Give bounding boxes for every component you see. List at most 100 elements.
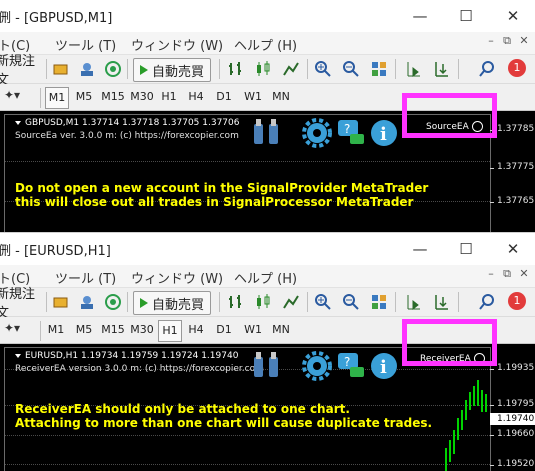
drawing-tools-icon[interactable]: ✦▾ <box>4 88 20 102</box>
mdi-minimize-button[interactable]: – <box>484 267 498 280</box>
maximize-button[interactable]: ☐ <box>444 233 488 265</box>
toolbar-separator <box>46 59 47 79</box>
timeframe-m30[interactable]: M30 <box>129 320 155 340</box>
timeframe-h4[interactable]: H4 <box>187 320 205 340</box>
signal-icon[interactable] <box>104 60 122 78</box>
gear-icon[interactable] <box>302 351 332 381</box>
candle <box>461 410 463 430</box>
title-bar[interactable]: 侀 - [GBPUSD,M1] — ☐ ✕ <box>0 0 535 32</box>
zoom-out-icon[interactable] <box>342 293 360 311</box>
timeframe-d1[interactable]: D1 <box>215 320 233 340</box>
auto-trading-button[interactable]: 自動売買 <box>133 58 211 82</box>
play-icon <box>139 65 148 75</box>
timeframe-m15[interactable]: M15 <box>100 320 126 340</box>
candlestick-icon[interactable] <box>254 293 272 311</box>
ea-info: SourceEa ver. 3.0.0 m: (c) https://forex… <box>15 131 239 141</box>
mdi-close-button[interactable]: ✕ <box>517 267 531 280</box>
timeframe-h1[interactable]: H1 <box>160 87 178 107</box>
timeframe-m30[interactable]: M30 <box>129 87 155 107</box>
timeframe-d1[interactable]: D1 <box>215 87 233 107</box>
timeframe-mn[interactable]: MN <box>270 320 292 340</box>
navigator-icon[interactable] <box>78 293 96 311</box>
close-button[interactable]: ✕ <box>491 233 535 265</box>
signal-icon[interactable] <box>104 293 122 311</box>
timeframe-m5[interactable]: M5 <box>74 320 94 340</box>
minimize-button[interactable]: — <box>398 0 442 32</box>
navigator-icon[interactable] <box>78 60 96 78</box>
chart-shift-icon[interactable] <box>404 293 422 311</box>
line-chart-icon[interactable] <box>282 293 300 311</box>
menu-bar: ト(C) ツール (T) ウィンドウ (W) ヘルプ (H) – ⧉ ✕ <box>0 32 535 55</box>
search-icon[interactable] <box>478 293 496 311</box>
bar-chart-icon[interactable] <box>226 60 244 78</box>
usb-plug-icon[interactable] <box>250 351 284 379</box>
usb-plug-icon[interactable] <box>250 118 284 146</box>
help-chat-icon[interactable]: ? <box>336 118 366 148</box>
bar-chart-icon[interactable] <box>226 293 244 311</box>
svg-text:i: i <box>380 124 387 145</box>
timeframe-h4[interactable]: H4 <box>187 87 205 107</box>
autoscroll-icon[interactable] <box>432 60 450 78</box>
menu-tools[interactable]: ツール (T) <box>55 35 116 54</box>
candlestick-icon[interactable] <box>254 60 272 78</box>
timeframe-m1[interactable]: M1 <box>45 320 67 340</box>
price-label: 1.19795 <box>497 399 535 409</box>
symbol-info: GBPUSD,M1 1.37714 1.37718 1.37705 1.3770… <box>15 118 239 128</box>
timeframe-m1[interactable]: M1 <box>45 87 69 109</box>
candle <box>485 394 487 412</box>
price-label: 1.37785 <box>497 124 535 134</box>
help-chat-icon[interactable]: ? <box>336 351 366 381</box>
minimize-button[interactable]: — <box>398 233 442 265</box>
market-watch-icon[interactable] <box>52 61 70 77</box>
new-order-button[interactable]: 新規注文 <box>0 287 44 321</box>
menu-help[interactable]: ヘルプ (H) <box>234 35 297 54</box>
warning-line-1: ReceiverEA should only be attached to on… <box>15 402 350 416</box>
market-watch-icon[interactable] <box>52 294 70 310</box>
timeframe-h1[interactable]: H1 <box>158 320 182 342</box>
notification-badge[interactable]: 1 <box>508 59 526 77</box>
notification-badge[interactable]: 1 <box>508 292 526 310</box>
autoscroll-icon[interactable] <box>432 293 450 311</box>
info-icon[interactable]: i <box>369 118 399 148</box>
auto-trading-button[interactable]: 自動売買 <box>133 291 211 315</box>
price-label: 1.19935 <box>497 363 535 373</box>
ea-highlight-box <box>402 319 497 366</box>
timeframe-w1[interactable]: W1 <box>243 87 263 107</box>
candle <box>445 448 447 471</box>
timeframe-w1[interactable]: W1 <box>243 320 263 340</box>
menu-window[interactable]: ウィンドウ (W) <box>131 268 223 287</box>
warning-line-2: this will close out all trades in Signal… <box>15 195 414 209</box>
maximize-button[interactable]: ☐ <box>444 0 488 32</box>
candle <box>457 418 459 440</box>
tile-windows-icon[interactable] <box>370 60 388 78</box>
info-icon[interactable]: i <box>369 351 399 381</box>
close-button[interactable]: ✕ <box>491 0 535 32</box>
play-icon <box>139 298 148 308</box>
mdi-close-button[interactable]: ✕ <box>517 34 531 47</box>
mdi-restore-button[interactable]: ⧉ <box>500 34 514 48</box>
menu-help[interactable]: ヘルプ (H) <box>234 268 297 287</box>
gear-icon[interactable] <box>302 118 332 148</box>
title-bar[interactable]: 侀 - [EURUSD,H1] — ☐ ✕ <box>0 233 535 265</box>
ea-highlight-box <box>402 93 497 138</box>
zoom-in-icon[interactable] <box>314 60 332 78</box>
zoom-in-icon[interactable] <box>314 293 332 311</box>
drawing-tools-icon[interactable]: ✦▾ <box>4 321 20 335</box>
chart-shift-icon[interactable] <box>404 60 422 78</box>
window-title: 侀 - [EURUSD,H1] <box>0 244 111 259</box>
zoom-out-icon[interactable] <box>342 60 360 78</box>
candle <box>469 392 471 410</box>
mdi-minimize-button[interactable]: – <box>484 34 498 47</box>
new-order-button[interactable]: 新規注文 <box>0 54 44 88</box>
menu-window[interactable]: ウィンドウ (W) <box>131 35 223 54</box>
candle <box>481 390 483 412</box>
tile-windows-icon[interactable] <box>370 293 388 311</box>
search-icon[interactable] <box>478 60 496 78</box>
timeframe-m5[interactable]: M5 <box>74 87 94 107</box>
line-chart-icon[interactable] <box>282 60 300 78</box>
mdi-restore-button[interactable]: ⧉ <box>500 267 514 281</box>
timeframe-mn[interactable]: MN <box>270 87 292 107</box>
timeframe-m15[interactable]: M15 <box>100 87 126 107</box>
menu-tools[interactable]: ツール (T) <box>55 268 116 287</box>
standard-toolbar: 新規注文 自動売買 1 <box>0 287 535 321</box>
